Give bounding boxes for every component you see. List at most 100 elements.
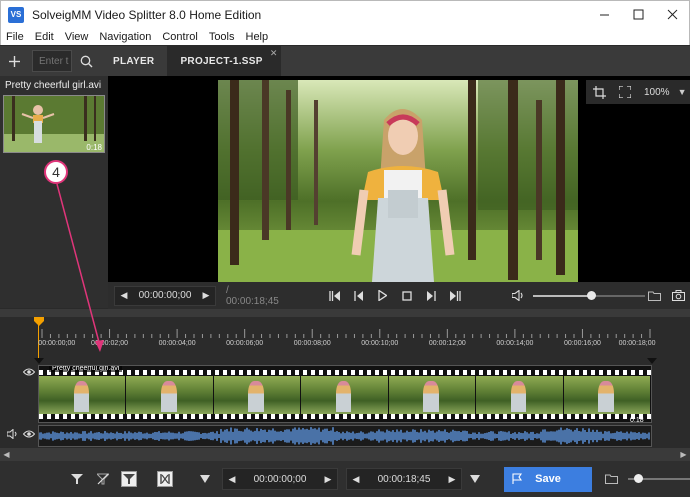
close-icon [667, 9, 677, 20]
frame-figure [335, 381, 352, 412]
volume-button[interactable] [507, 282, 531, 309]
end-marker-icon[interactable] [647, 358, 657, 364]
start-time-box: ◀ 00:00:00;00 ▶ [222, 468, 338, 490]
ruler-tick-label: 00:00:04;00 [158, 340, 196, 347]
volume-fill [532, 295, 591, 297]
maximize-button[interactable] [621, 1, 655, 28]
video-track[interactable]: Pretty cheerful girl.avi [38, 365, 652, 423]
menu-navigation[interactable]: Navigation [94, 31, 157, 43]
end-time-back-icon[interactable]: ◀ [347, 474, 365, 485]
video-track-duration: 0:18 [630, 417, 644, 424]
ruler-tick-label: 00:00:12;00 [428, 340, 466, 347]
menu-file[interactable]: File [1, 31, 30, 43]
time-forward-icon[interactable]: ▶ [197, 290, 215, 301]
ruler-tick-label: 00:00:00;00 [38, 340, 76, 347]
timeline-zoom-slider[interactable] [628, 464, 690, 494]
scroll-left-icon[interactable]: ◀ [0, 448, 13, 461]
plus-icon [8, 55, 20, 67]
tab-project-label: PROJECT-1.SSP [180, 55, 263, 67]
add-file-button[interactable] [0, 46, 28, 76]
video-player[interactable]: 100% ▼ [108, 76, 690, 282]
time-back-icon[interactable]: ◀ [115, 290, 133, 301]
video-track-eye-icon[interactable] [23, 367, 35, 377]
funnel-cross-icon [97, 473, 109, 485]
ruler-tick-label: 00:00:02;00 [91, 340, 129, 347]
window-title: SolveigMM Video Splitter 8.0 Home Editio… [32, 7, 262, 22]
frame-figure [248, 381, 264, 412]
close-window-button[interactable] [655, 1, 689, 28]
end-time-forward-icon[interactable]: ▶ [443, 474, 461, 485]
zoom-dropdown-icon[interactable]: ▼ [678, 87, 687, 97]
tab-project[interactable]: PROJECT-1.SSP ✕ [167, 46, 281, 76]
timeline[interactable]: 00:00:00;00 00:00:02;00 00:00:04;00 00:00:0… [0, 317, 690, 448]
timeline-scrollbar[interactable]: ◀ ▶ [0, 448, 690, 461]
app-logo-icon: VS [8, 6, 24, 23]
volume-slider[interactable] [532, 282, 645, 309]
menu-control[interactable]: Control [157, 31, 203, 43]
frame-figure [510, 381, 527, 412]
volume-thumb[interactable] [586, 291, 596, 300]
timeline-ruler[interactable]: 00:00:00;00 00:00:02;00 00:00:04;00 00:00:0… [38, 329, 660, 351]
frame-thumbnail [563, 376, 651, 414]
playhead-marker-icon[interactable] [34, 317, 44, 327]
scroll-right-icon[interactable]: ▶ [677, 448, 690, 461]
search-button[interactable] [72, 46, 100, 76]
start-marker-icon[interactable] [34, 358, 44, 364]
next-frame-icon [426, 290, 436, 301]
tab-player-label: PLAYER [113, 55, 155, 67]
remove-marker-button[interactable] [90, 464, 116, 494]
film-strip-top [39, 370, 651, 375]
video-frames [39, 376, 651, 414]
audio-track-eye-icon[interactable] [23, 429, 35, 439]
menu-tools[interactable]: Tools [204, 31, 241, 43]
next-frame-button[interactable] [419, 282, 443, 309]
fullscreen-icon [619, 86, 631, 98]
stop-button[interactable] [395, 282, 419, 309]
current-time[interactable]: 00:00:00;00 [133, 290, 197, 301]
tab-player[interactable]: PLAYER [100, 46, 167, 76]
prev-marker-button[interactable] [323, 282, 347, 309]
crop-button[interactable] [586, 80, 612, 104]
zoom-level[interactable]: 100% [644, 87, 670, 98]
zoom-slider-thumb[interactable] [634, 474, 644, 483]
end-time[interactable]: 00:00:18;45 [365, 474, 443, 485]
tab-close-icon[interactable]: ✕ [270, 48, 278, 59]
output-folder-button[interactable] [598, 464, 624, 494]
open-folder-button[interactable] [642, 282, 666, 309]
next-marker-button[interactable] [443, 282, 467, 309]
cut-button[interactable] [152, 464, 178, 494]
menu-view[interactable]: View [60, 31, 95, 43]
end-time-marker-icon[interactable] [462, 464, 488, 494]
thumbnail-duration: 0:18 [86, 143, 102, 152]
play-button[interactable] [371, 282, 395, 309]
start-time-back-icon[interactable]: ◀ [223, 474, 241, 485]
ruler-tick-label: 00:00:06;00 [226, 340, 264, 347]
add-marker-button[interactable] [64, 464, 90, 494]
video-image [218, 80, 578, 282]
panel-splitter[interactable] [0, 309, 690, 317]
menu-help[interactable]: Help [241, 31, 275, 43]
save-button[interactable]: Save [504, 466, 592, 492]
media-thumbnail[interactable]: 0:18 [3, 95, 105, 153]
minimize-button[interactable] [587, 1, 621, 28]
audio-track-speaker-icon[interactable] [7, 429, 19, 439]
toggle-fragment-button[interactable] [116, 464, 142, 494]
snapshot-button[interactable] [666, 282, 690, 309]
title-bar: VS SolveigMM Video Splitter 8.0 Home Edi… [0, 0, 690, 28]
prev-frame-button[interactable] [347, 282, 371, 309]
frame-figure [598, 381, 614, 412]
menu-edit[interactable]: Edit [30, 31, 60, 43]
ruler-tick-label: 00:00:10;00 [361, 340, 399, 347]
search-input[interactable] [32, 50, 72, 72]
callout-badge: 4 [44, 160, 68, 184]
start-time[interactable]: 00:00:00;00 [241, 474, 319, 485]
end-time-box: ◀ 00:00:18;45 ▶ [346, 468, 462, 490]
window-controls [587, 1, 689, 28]
audio-track[interactable] [38, 425, 652, 447]
start-time-marker-icon[interactable] [192, 464, 218, 494]
frame-figure [423, 381, 439, 412]
folder-icon [647, 291, 661, 301]
fullscreen-button[interactable] [612, 80, 638, 104]
save-flag-icon [512, 472, 523, 484]
start-time-forward-icon[interactable]: ▶ [319, 474, 337, 485]
